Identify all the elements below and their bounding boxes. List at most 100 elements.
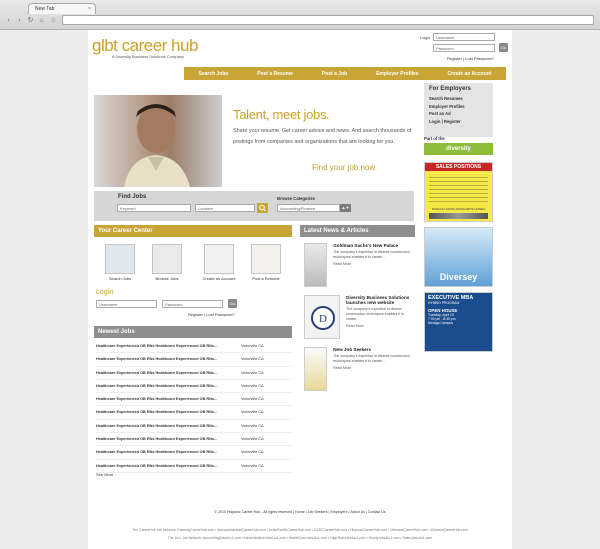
logo-tagline: A Diversity Business Solutions Company xyxy=(112,54,185,59)
link-separator: | xyxy=(293,510,294,514)
home-icon[interactable]: ⌂ xyxy=(37,16,46,25)
building-image xyxy=(304,243,328,287)
network-line-2[interactable]: The 1to1 Job Network: AccountingJobs1to1… xyxy=(88,534,512,542)
hero-cta-link[interactable]: Find your job now. xyxy=(312,163,377,172)
header-lost-password-link[interactable]: Lost Password? xyxy=(465,56,493,61)
tab-close-icon[interactable]: × xyxy=(88,4,91,14)
news-headline[interactable]: Goldman Sachs's New Palace xyxy=(333,243,414,248)
cc-search-jobs-label: Search Jobs xyxy=(108,276,132,281)
login-go-button[interactable]: Go xyxy=(228,299,237,308)
search-resumes-link[interactable]: Search Resumes xyxy=(429,95,488,103)
job-title[interactable]: Healthcare Experienced OB RNs Healthcare… xyxy=(96,353,241,365)
nav-post-job[interactable]: Post a Job xyxy=(322,71,347,77)
hero-photo xyxy=(94,95,222,187)
news-item[interactable]: D Diversity Business Solutions launches … xyxy=(304,295,414,347)
link-separator: | xyxy=(365,510,367,514)
read-more-link[interactable]: Read More xyxy=(346,324,414,329)
copyright: © 2010 Hispanic Career Hub - All rights … xyxy=(214,510,293,514)
back-icon[interactable]: ‹ xyxy=(4,16,13,25)
diversity-network-logo[interactable]: diversity xyxy=(424,143,493,155)
job-title[interactable]: Healthcare Experienced OB RNs Healthcare… xyxy=(96,393,241,405)
cc-post-resume[interactable]: Post a Resume xyxy=(245,244,287,281)
category-select[interactable]: Accounting/Finance xyxy=(277,204,340,212)
ad2-title: Diversey xyxy=(439,272,478,282)
login-lost-password-link[interactable]: Lost Password? xyxy=(206,312,234,317)
nav-employer-profiles[interactable]: Employer Profiles xyxy=(376,71,419,77)
news-headline[interactable]: New Job Seekers xyxy=(333,347,414,352)
network-line-1[interactable]: The CareerHub Job Network: DiversityCare… xyxy=(88,526,512,534)
header-go-button[interactable]: Go xyxy=(499,43,508,52)
keyword-input[interactable]: Keyword xyxy=(117,204,191,212)
cc-post-resume-label: Post a Resume xyxy=(252,276,280,281)
address-bar[interactable] xyxy=(62,15,594,25)
job-row[interactable]: Healthcare Experienced OB RNs Healthcare… xyxy=(96,340,292,354)
job-seekers-image xyxy=(304,347,328,391)
see-more-link[interactable]: See More xyxy=(96,472,113,477)
svg-text:D: D xyxy=(319,313,327,325)
news-item[interactable]: Goldman Sachs's New Palace The company's… xyxy=(304,243,414,295)
nav-search-jobs[interactable]: Search Jobs xyxy=(198,71,228,77)
nav-create-account[interactable]: Create an Account xyxy=(448,71,492,77)
header-username-input[interactable]: Username xyxy=(433,33,495,41)
cc-search-jobs[interactable]: Search Jobs xyxy=(100,244,140,281)
news-body: The company's expertise in diverse const… xyxy=(333,354,410,363)
hero-text: Share your resume. Get career advice and… xyxy=(233,128,412,145)
news-headline[interactable]: Diversity Business Solutions launches ne… xyxy=(346,295,414,305)
job-title[interactable]: Healthcare Experienced OB RNs Healthcare… xyxy=(96,406,241,418)
chevron-down-icon[interactable]: ▲▼ xyxy=(340,204,351,212)
job-row[interactable]: Healthcare Experienced OB RNs Healthcare… xyxy=(96,406,292,420)
footer-contact-link[interactable]: Contact Us xyxy=(368,510,386,514)
forward-icon[interactable]: › xyxy=(15,16,24,25)
job-title[interactable]: Healthcare Experienced OB RNs Healthcare… xyxy=(96,340,241,352)
header-register-link[interactable]: Register xyxy=(447,56,462,61)
footer-about-link[interactable]: About Us xyxy=(350,510,365,514)
employer-profiles-link[interactable]: Employer Profiles xyxy=(429,103,488,111)
employers-box: For Employers Search Resumes Employer Pr… xyxy=(424,83,493,137)
ad-executive-mba[interactable]: EXECUTIVE MBA HYBRID PROGRAM OPEN HOUSE … xyxy=(424,292,493,352)
job-row[interactable]: Healthcare Experienced OB RNs Healthcare… xyxy=(96,353,292,367)
footer-home-link[interactable]: Home xyxy=(295,510,305,514)
job-title[interactable]: Healthcare Experienced OB RNs Healthcare… xyxy=(96,446,241,458)
job-row[interactable]: Healthcare Experienced OB RNs Healthcare… xyxy=(96,446,292,460)
news-item[interactable]: New Job Seekers The company's expertise … xyxy=(304,347,414,399)
job-row[interactable]: Healthcare Experienced OB RNs Healthcare… xyxy=(96,367,292,380)
nav-post-resume[interactable]: Post a Resume xyxy=(257,71,293,77)
cc-create-account[interactable]: Create an Account xyxy=(196,244,242,281)
login-username-input[interactable]: Username xyxy=(96,300,157,308)
career-center-header: Your Career Center xyxy=(94,225,292,237)
job-row[interactable]: Healthcare Experienced OB RNs Healthcare… xyxy=(96,433,292,447)
employer-register-link[interactable]: Register xyxy=(444,119,461,124)
ad-sales-positions[interactable]: SALES POSITIONS RANCHO SANTA MARGARITA H… xyxy=(424,162,493,222)
star-icon[interactable]: ☆ xyxy=(49,16,58,25)
job-title[interactable]: Healthcare Experienced OB RNs Healthcare… xyxy=(96,460,241,472)
link-separator: | xyxy=(463,56,465,61)
read-more-link[interactable]: Read More xyxy=(333,262,414,267)
login-register-link[interactable]: Register xyxy=(188,312,203,317)
login-password-input[interactable]: Password xyxy=(162,300,223,308)
cc-browse-jobs[interactable]: Browse Jobs xyxy=(147,244,187,281)
browser-tab[interactable]: New Tab × xyxy=(28,3,96,14)
job-row[interactable]: Healthcare Experienced OB RNs Healthcare… xyxy=(96,380,292,394)
site-logo[interactable]: glbt career hub xyxy=(92,36,198,56)
location-input[interactable]: Location xyxy=(195,204,255,212)
job-location: Victorville CA xyxy=(241,437,264,442)
ad1-title: SALES POSITIONS xyxy=(425,163,492,171)
job-title[interactable]: Healthcare Experienced OB RNs Healthcare… xyxy=(96,367,241,379)
job-location: Victorville CA xyxy=(241,344,264,348)
ad3-sub: HYBRID PROGRAM xyxy=(428,301,460,305)
job-title[interactable]: Healthcare Experienced OB RNs Healthcare… xyxy=(96,433,241,445)
job-title[interactable]: Healthcare Experienced OB RNs Healthcare… xyxy=(96,420,241,432)
job-row[interactable]: Healthcare Experienced OB RNs Healthcare… xyxy=(96,393,292,407)
search-icon[interactable] xyxy=(257,203,268,213)
footer-job-seekers-link[interactable]: Job Seekers xyxy=(308,510,328,514)
employer-login-link[interactable]: Login xyxy=(429,119,440,124)
ad-diversey[interactable]: Diversey xyxy=(424,227,493,287)
read-more-link[interactable]: Read More xyxy=(333,366,414,371)
job-row[interactable]: Healthcare Experienced OB RNs Healthcare… xyxy=(96,420,292,434)
header-password-input[interactable]: Password xyxy=(433,44,495,52)
post-ad-link[interactable]: Post an Ad xyxy=(429,110,488,118)
footer-employers-link[interactable]: Employers xyxy=(330,510,347,514)
job-row[interactable]: Healthcare Experienced OB RNs Healthcare… xyxy=(96,460,292,473)
job-title[interactable]: Healthcare Experienced OB RNs Healthcare… xyxy=(96,380,241,392)
reload-icon[interactable]: ↻ xyxy=(26,16,35,25)
